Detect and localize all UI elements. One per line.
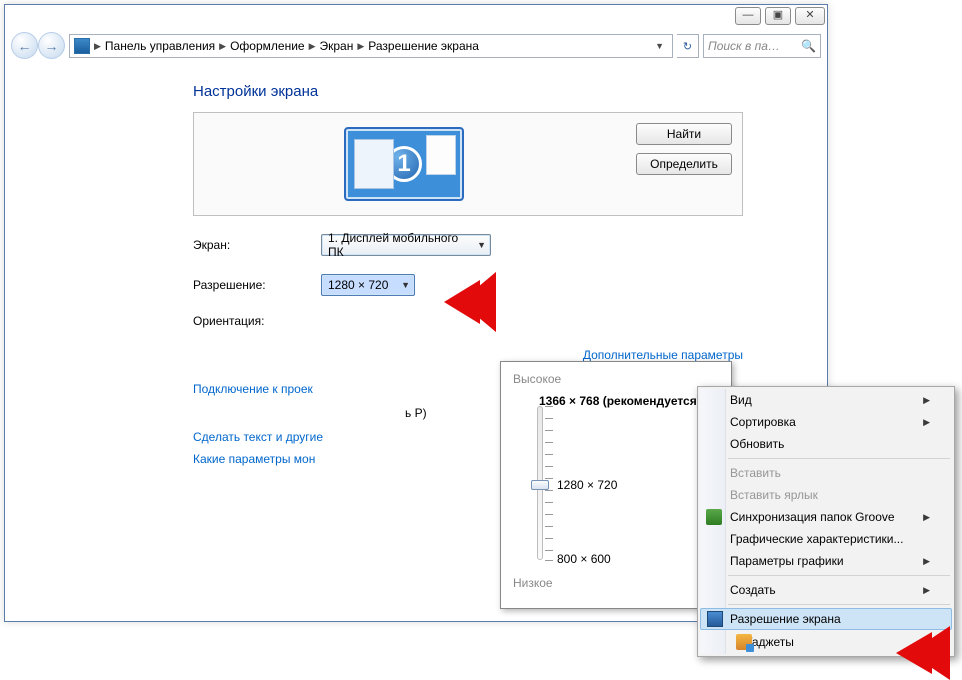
slider-recommended-label: 1366 × 768 (рекомендуется) xyxy=(539,394,719,408)
chevron-right-icon: ▶ xyxy=(357,41,364,52)
display-icon xyxy=(707,611,723,627)
chevron-right-icon: ▶ xyxy=(94,41,101,52)
separator xyxy=(728,458,950,459)
chevron-down-icon: ▼ xyxy=(401,280,410,290)
advanced-settings-link[interactable]: Дополнительные параметры xyxy=(583,348,743,362)
slider-min-label: 800 × 600 xyxy=(557,552,611,566)
chevron-right-icon: ▶ xyxy=(219,41,226,52)
minimize-button[interactable]: — xyxy=(735,7,761,25)
projector-suffix: ь P) xyxy=(405,406,427,420)
screen-label: Экран: xyxy=(193,238,313,252)
slider-low-label: Низкое xyxy=(513,576,553,590)
resolution-label: Разрешение: xyxy=(193,278,313,292)
context-item-gfx-params[interactable]: Параметры графики▶ xyxy=(700,550,952,572)
back-button[interactable]: ← xyxy=(11,32,38,59)
gadget-icon xyxy=(736,634,752,650)
forward-button[interactable]: → xyxy=(38,32,65,59)
search-icon: 🔍 xyxy=(801,39,816,53)
context-item-refresh[interactable]: Обновить xyxy=(700,433,952,455)
context-item-sort[interactable]: Сортировка▶ xyxy=(700,411,952,433)
arrow-right-icon: ▶ xyxy=(923,395,930,406)
separator xyxy=(728,604,950,605)
slider-high-label: Высокое xyxy=(513,372,719,386)
chevron-down-icon: ▼ xyxy=(477,240,486,250)
refresh-button[interactable]: ↻ xyxy=(677,34,699,58)
arrow-right-icon: ▶ xyxy=(923,512,930,523)
chevron-right-icon: ▶ xyxy=(309,41,316,52)
resolution-dropdown[interactable]: 1280 × 720 ▼ xyxy=(321,274,415,296)
groove-icon xyxy=(706,509,722,525)
arrow-right-icon: ▶ xyxy=(923,417,930,428)
display-dropdown-value: 1. Дисплей мобильного ПК xyxy=(328,231,472,259)
context-item-paste: Вставить xyxy=(700,462,952,484)
context-item-create[interactable]: Создать▶ xyxy=(700,579,952,601)
red-arrow-annotation xyxy=(430,272,496,332)
breadcrumb-item[interactable]: Оформление xyxy=(230,39,304,53)
breadcrumb-item[interactable]: Разрешение экрана xyxy=(368,39,479,53)
context-item-groove[interactable]: Синхронизация папок Groove▶ xyxy=(700,506,952,528)
display-preview-box: 1 Найти Определить xyxy=(193,112,743,216)
detect-button[interactable]: Определить xyxy=(636,153,732,175)
control-panel-icon xyxy=(74,38,90,54)
desktop-context-menu: Вид▶ Сортировка▶ Обновить Вставить Встав… xyxy=(697,386,955,657)
search-placeholder: Поиск в па… xyxy=(708,39,780,53)
resolution-dropdown-value: 1280 × 720 xyxy=(328,278,388,292)
context-item-view[interactable]: Вид▶ xyxy=(700,389,952,411)
monitor-thumb-icon xyxy=(354,139,394,189)
find-button[interactable]: Найти xyxy=(636,123,732,145)
separator xyxy=(728,575,950,576)
breadcrumb-item[interactable]: Панель управления xyxy=(105,39,215,53)
orientation-label: Ориентация: xyxy=(193,314,313,328)
monitor-preview[interactable]: 1 xyxy=(344,127,464,201)
context-item-gfx[interactable]: Графические характеристики... xyxy=(700,528,952,550)
display-dropdown[interactable]: 1. Дисплей мобильного ПК ▼ xyxy=(321,234,491,256)
page-title: Настройки экрана xyxy=(193,83,823,100)
breadcrumb-item[interactable]: Экран xyxy=(320,39,354,53)
close-button[interactable]: ✕ xyxy=(795,7,825,25)
slider-thumb[interactable] xyxy=(531,480,549,490)
slider-current-label: 1280 × 720 xyxy=(557,478,617,492)
address-bar[interactable]: ▶ Панель управления ▶ Оформление ▶ Экран… xyxy=(69,34,673,58)
red-arrow-annotation xyxy=(884,626,950,680)
window-controls: — ▣ ✕ xyxy=(735,7,825,29)
arrow-right-icon: ▶ xyxy=(923,556,930,567)
context-item-paste-shortcut: Вставить ярлык xyxy=(700,484,952,506)
search-input[interactable]: Поиск в па… 🔍 xyxy=(703,34,821,58)
nav-back-forward: ← → xyxy=(11,32,65,60)
nav-row: ← → ▶ Панель управления ▶ Оформление ▶ Э… xyxy=(11,31,821,61)
monitor-thumb2-icon xyxy=(426,135,456,175)
address-dropdown-icon[interactable]: ▼ xyxy=(651,41,668,51)
arrow-right-icon: ▶ xyxy=(923,585,930,596)
maximize-button[interactable]: ▣ xyxy=(765,7,791,25)
